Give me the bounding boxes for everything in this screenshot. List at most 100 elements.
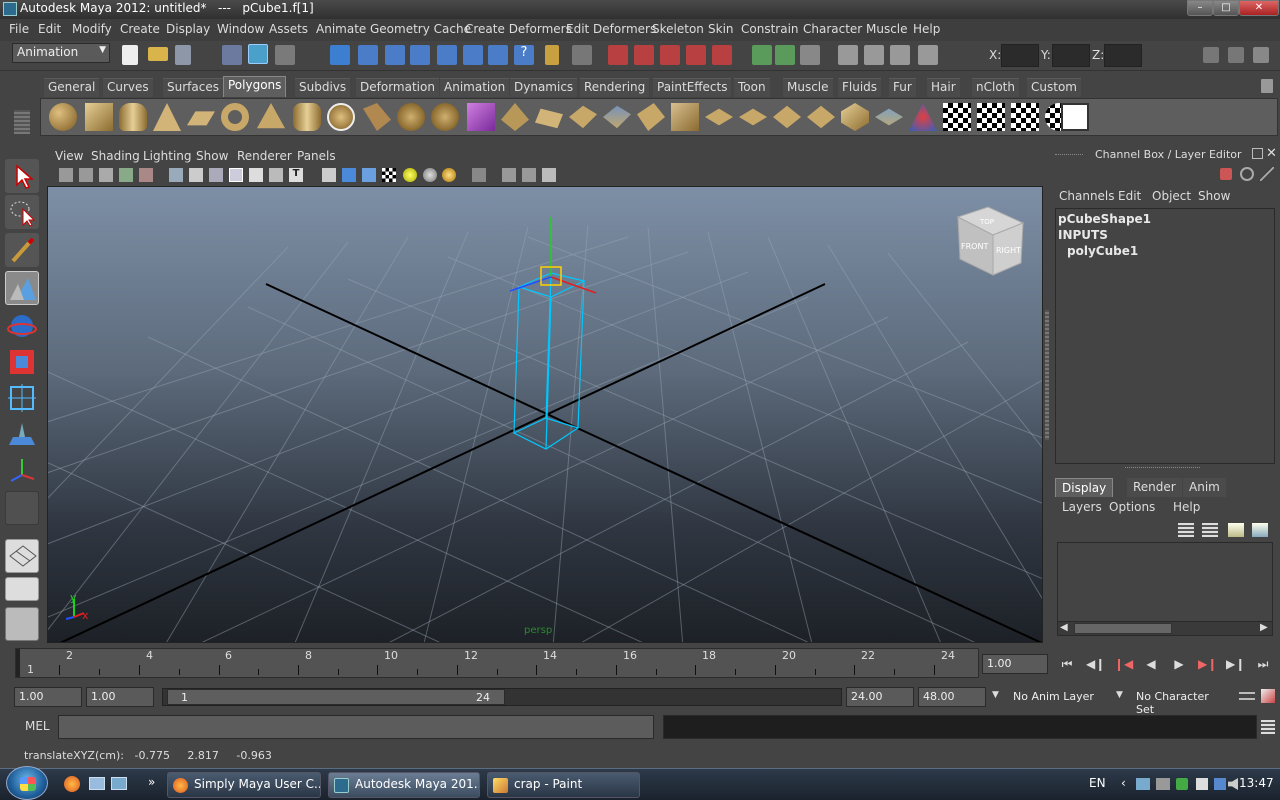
switch-windows-icon[interactable] [111,777,127,790]
last-used-tool-icon[interactable] [5,491,39,525]
task-firefox[interactable]: Simply Maya User C... [167,772,321,798]
input-node-label[interactable]: polyCube1 [1067,244,1138,258]
camera-attributes-icon[interactable] [79,168,93,182]
xray-icon[interactable] [502,168,516,182]
delete-edge-icon[interactable] [909,103,937,131]
single-perspective-layout-icon[interactable] [5,539,39,573]
new-scene-icon[interactable] [122,45,138,65]
shelf-tab-ncloth[interactable]: nCloth [972,78,1019,97]
menu-skin[interactable]: Skin [708,22,734,36]
hud-toggle-icon[interactable] [542,168,556,182]
highlight-selection-icon[interactable] [572,45,592,65]
menu-muscle[interactable]: Muscle [866,22,908,36]
bookmarks-icon[interactable] [99,168,113,182]
select-tool-icon[interactable] [5,159,39,193]
outliner-layout-icon[interactable] [5,607,39,641]
flag-tray-icon[interactable] [1196,778,1208,790]
poly-soccer-ball-icon[interactable] [327,103,355,131]
clock[interactable]: 13:47 [1239,776,1274,790]
select-dynamics-icon[interactable] [463,45,483,65]
new-layer-from-selection-icon[interactable] [1252,523,1268,537]
field-chart-icon[interactable] [249,168,263,182]
command-input[interactable] [58,715,654,739]
show-manipulator-icon[interactable] [5,453,39,487]
lasso-tool-icon[interactable] [5,195,39,229]
panel-menu-renderer[interactable]: Renderer [237,149,292,163]
float-panel-icon[interactable] [1252,148,1263,159]
select-by-hierarchy-icon[interactable] [222,45,242,65]
ipr-render-icon[interactable] [864,45,884,65]
textured-icon[interactable] [382,168,396,182]
perspective-viewport[interactable]: TOP FRONT RIGHT y x persp [47,186,1043,643]
paint-select-tool-icon[interactable] [5,233,39,267]
poly-cube-icon[interactable] [85,103,113,131]
show-desktop-icon[interactable] [89,777,105,790]
render-view-icon[interactable] [800,45,820,65]
start-button[interactable] [6,766,48,800]
smooth-icon[interactable] [467,103,495,131]
sculpt-geometry-icon[interactable] [943,103,971,131]
view-cube-top-label[interactable]: TOP [979,218,994,226]
step-back-key-icon[interactable]: ◀❙ [1086,656,1105,672]
use-all-lights-icon[interactable] [423,168,437,182]
average-vertices-icon[interactable] [535,108,563,129]
wireframe-icon[interactable] [322,168,336,182]
menu-modify[interactable]: Modify [72,22,112,36]
hyperbolic-mode-icon[interactable] [1260,167,1274,181]
minimize-button[interactable]: – [1187,0,1213,16]
wireframe-on-shaded-icon[interactable] [362,168,376,182]
bridge-icon[interactable] [569,105,597,129]
panel-menu-panels[interactable]: Panels [297,149,336,163]
quicklaunch-overflow-icon[interactable]: » [148,775,155,789]
channel-layer-splitter[interactable] [1125,467,1200,470]
task-paint[interactable]: crap - Paint [487,772,640,798]
view-cube-front-label[interactable]: FRONT [961,242,988,251]
soft-modification-icon[interactable] [5,417,39,451]
shelf-tab-fluids[interactable]: Fluids [838,78,882,97]
panel-menu-view[interactable]: View [55,149,83,163]
snap-to-view-plane-icon[interactable] [686,45,706,65]
render-current-frame-icon[interactable] [838,45,858,65]
menu-assets[interactable]: Assets [269,22,308,36]
shelf-tab-surfaces[interactable]: Surfaces [163,78,223,97]
shelf-tab-fur[interactable]: Fur [889,78,916,97]
animation-end-field[interactable]: 48.00 [918,687,986,707]
x-coordinate-input[interactable] [1001,44,1039,67]
maximize-button[interactable]: □ [1213,0,1239,16]
new-empty-layer-icon[interactable] [1228,523,1244,537]
channel-menu-show[interactable]: Show [1198,189,1230,203]
channel-box-toggle-icon[interactable] [1253,47,1269,63]
play-forwards-icon[interactable]: ▶ [1170,656,1188,672]
shelf-tab-deformation[interactable]: Deformation [356,78,439,97]
script-editor-icon[interactable] [1261,720,1275,734]
shelf-tab-polygons[interactable]: Polygons [223,76,287,97]
menu-window[interactable]: Window [217,22,264,36]
append-polygon-icon[interactable] [671,103,699,131]
lock-selection-icon[interactable] [545,45,559,65]
offset-edge-loop-icon[interactable] [773,105,801,129]
shelf-tab-curves[interactable]: Curves [103,78,153,97]
menu-create-deformers[interactable]: Create Deformers [465,22,572,36]
scroll-thumb[interactable] [1074,623,1172,634]
playback-start-field[interactable]: 1.00 [86,687,154,707]
character-set-dropdown-arrow[interactable]: ▼ [1116,690,1123,700]
show-hidden-icons-icon[interactable]: ‹ [1121,776,1126,790]
two-d-pan-zoom-icon[interactable] [139,168,153,182]
move-layer-down-icon[interactable] [1202,523,1218,537]
animation-start-field[interactable]: 1.00 [14,687,82,707]
safe-title-icon[interactable]: T [289,168,303,182]
xray-joints-icon[interactable] [522,168,536,182]
menu-file[interactable]: File [9,22,29,36]
save-scene-icon[interactable] [175,45,191,65]
menu-display[interactable]: Display [166,22,210,36]
shelf-tab-painteffects[interactable]: PaintEffects [653,78,732,97]
four-view-layout-icon[interactable] [5,577,39,601]
select-curves-icon[interactable] [385,45,405,65]
character-set-field[interactable]: No Character Set [1131,687,1235,716]
go-to-end-icon[interactable]: ⏭ [1254,656,1272,672]
snap-to-grid-icon[interactable] [608,45,628,65]
shape-node-label[interactable]: pCubeShape1 [1058,212,1151,226]
collapse-icon[interactable] [841,103,869,131]
shelf-tab-toon[interactable]: Toon [734,78,770,97]
safe-action-icon[interactable] [269,168,283,182]
